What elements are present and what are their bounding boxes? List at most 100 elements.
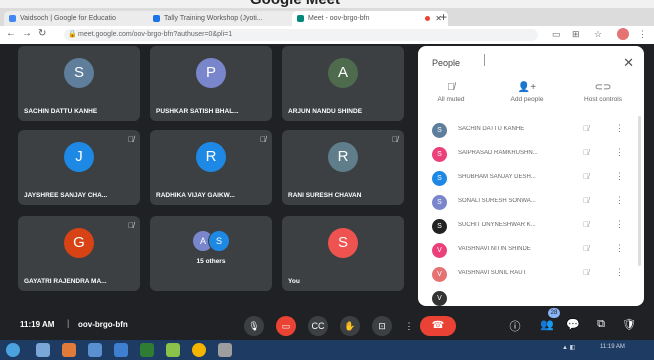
- lock-icon: 🔒: [68, 31, 77, 38]
- url-input[interactable]: 🔒 meet.google.com/oov-brgo-bfn?authuser=…: [64, 29, 538, 41]
- start-icon[interactable]: [6, 343, 20, 357]
- participant-tile[interactable]: 🎙̸ R RADHIKA VIJAY GAIKW...: [150, 130, 272, 205]
- camera-icon[interactable]: ▭: [552, 29, 561, 40]
- avatar: S: [432, 219, 447, 234]
- avatar: S: [432, 147, 447, 162]
- forward-icon[interactable]: →: [22, 28, 32, 39]
- extensions-icon[interactable]: ⊞: [572, 29, 580, 40]
- participant-tile[interactable]: A ARJUN NANDU SHINDE: [282, 46, 404, 121]
- participant-name: ARJUN NANDU SHINDE: [288, 108, 363, 115]
- participant-row[interactable]: S SONALI SURESH SONWA... 🎙̸ ⋮: [418, 190, 644, 214]
- mic-off-icon[interactable]: 🎙̸: [583, 220, 589, 229]
- avatar: J: [64, 142, 94, 172]
- chrome-icon[interactable]: [192, 343, 206, 357]
- chat-icon[interactable]: 💬: [566, 318, 580, 331]
- tab-favicon-icon: [9, 15, 16, 22]
- app-icon[interactable]: [166, 343, 180, 357]
- participant-name: You: [288, 278, 300, 285]
- menu-icon[interactable]: ⋮: [638, 29, 647, 40]
- panel-scrollbar[interactable]: [638, 116, 641, 266]
- mic-off-icon[interactable]: 🎙̸: [583, 244, 589, 253]
- search-cursor: [484, 54, 485, 66]
- mic-off-icon: 🎙̸: [392, 135, 398, 144]
- people-icon[interactable]: 👥: [540, 318, 554, 331]
- mic-off-icon[interactable]: 🎙̸: [583, 124, 589, 133]
- more-options-icon[interactable]: ⋮: [615, 267, 624, 278]
- participant-row[interactable]: S SACHIN DATTU KANHE 🎙̸ ⋮: [418, 118, 644, 142]
- reload-icon[interactable]: ↻: [38, 28, 46, 39]
- browser-tab-strip: Vaidsoch | Google for Educatio ✕ Tally T…: [0, 8, 654, 26]
- explorer-icon[interactable]: [36, 343, 50, 357]
- star-icon[interactable]: ☆: [594, 29, 602, 40]
- new-tab-icon[interactable]: +: [440, 10, 447, 24]
- participant-name: RANI SURESH CHAVAN: [288, 192, 362, 199]
- raise-hand-button[interactable]: ✋: [340, 316, 360, 336]
- participant-name: RADHIKA VIJAY GAIKW...: [156, 192, 235, 199]
- avatar: S: [64, 58, 94, 88]
- toggle-icon: ⊂⊃: [594, 82, 612, 93]
- participant-tile[interactable]: 🎙̸ R RANI SURESH CHAVAN: [282, 130, 404, 205]
- profile-avatar[interactable]: [617, 28, 629, 40]
- camera-off-button[interactable]: ▭: [276, 316, 296, 336]
- browser-tab-3[interactable]: Meet - oov-brgo-bfn ✕: [292, 11, 448, 26]
- participant-name: SACHIN DATTU KANHE: [24, 108, 98, 115]
- taskbar-clock[interactable]: 11:19 AM: [600, 344, 625, 350]
- more-options-icon[interactable]: ⋮: [615, 243, 624, 254]
- close-icon[interactable]: ✕: [623, 55, 634, 71]
- activities-icon[interactable]: ⧉: [594, 318, 608, 331]
- mic-off-icon[interactable]: 🎙̸: [583, 268, 589, 277]
- present-button[interactable]: ⊡: [372, 316, 392, 336]
- info-icon[interactable]: ⓘ: [508, 318, 522, 334]
- participant-row[interactable]: V: [418, 286, 644, 306]
- people-count-badge: 28: [548, 308, 560, 318]
- participant-row[interactable]: V VAISHNAVI NITIN SHINDE 🎙̸ ⋮: [418, 238, 644, 262]
- app-icon[interactable]: [218, 343, 232, 357]
- mic-button[interactable]: 🎙: [244, 316, 264, 336]
- participant-tile[interactable]: 🎙̸ G GAYATRI RAJENDRA MA...: [18, 216, 140, 291]
- others-tile[interactable]: A S 15 others: [150, 216, 272, 291]
- word-icon[interactable]: [114, 343, 128, 357]
- participant-name: SAIPRASAD RAMKRUSHN...: [458, 150, 538, 156]
- browser-tab-1[interactable]: Vaidsoch | Google for Educatio ✕: [4, 11, 160, 26]
- leave-call-button[interactable]: ☎: [420, 316, 456, 336]
- host-controls-icon[interactable]: 🛡: [622, 318, 636, 331]
- more-options-icon[interactable]: ⋮: [615, 123, 624, 134]
- address-bar: ← → ↻ 🔒 meet.google.com/oov-brgo-bfn?aut…: [0, 26, 654, 45]
- participant-name: JAYSHREE SANJAY CHA...: [24, 192, 108, 199]
- mic-off-icon[interactable]: 🎙̸: [583, 148, 589, 157]
- meeting-code: oov-brgo-bfn: [78, 320, 128, 329]
- more-options-button[interactable]: ⋮: [404, 316, 414, 336]
- network-icon[interactable]: ▲ ◧: [562, 344, 575, 351]
- avatar: V: [432, 267, 447, 282]
- participant-tile[interactable]: P PUSHKAR SATISH BHAL...: [150, 46, 272, 121]
- captions-button[interactable]: CC: [308, 316, 328, 336]
- participant-tile[interactable]: S SACHIN DATTU KANHE: [18, 46, 140, 121]
- recording-dot-icon: [425, 16, 430, 21]
- firefox-icon[interactable]: [62, 343, 76, 357]
- excel-icon[interactable]: [140, 343, 154, 357]
- mute-all-button[interactable]: 🎙̸ All muted: [418, 82, 486, 103]
- participant-row[interactable]: S SAIPRASAD RAMKRUSHN... 🎙̸ ⋮: [418, 142, 644, 166]
- mic-off-icon[interactable]: 🎙̸: [583, 172, 589, 181]
- browser-tab-2[interactable]: Tally Training Workshop (Jyoti... ✕: [148, 11, 304, 26]
- avatar: V: [432, 291, 447, 306]
- mic-off-icon: 🎙̸: [128, 135, 134, 144]
- avatar: A: [328, 58, 358, 88]
- others-count: 15 others: [196, 258, 226, 265]
- avatar: S: [432, 123, 447, 138]
- more-options-icon[interactable]: ⋮: [615, 147, 624, 158]
- back-icon[interactable]: ←: [6, 28, 16, 39]
- host-controls-button[interactable]: ⊂⊃ Host controls: [568, 82, 638, 103]
- control-bar: 11:19 AM | oov-brgo-bfn 🎙 ▭ CC ✋ ⊡ ⋮ ☎ ⓘ…: [0, 308, 654, 340]
- more-options-icon[interactable]: ⋮: [615, 219, 624, 230]
- more-options-icon[interactable]: ⋮: [615, 195, 624, 206]
- more-options-icon[interactable]: ⋮: [615, 171, 624, 182]
- mic-off-icon[interactable]: 🎙̸: [583, 196, 589, 205]
- participant-row[interactable]: V VAISHNAVI SUNIL RAUT 🎙̸ ⋮: [418, 262, 644, 286]
- app-icon[interactable]: [88, 343, 102, 357]
- participant-row[interactable]: S SHUBHAM SANJAY DESH... 🎙̸ ⋮: [418, 166, 644, 190]
- self-tile[interactable]: S You: [282, 216, 404, 291]
- participant-row[interactable]: S SUCHIT DNYNESHWAR K... 🎙̸ ⋮: [418, 214, 644, 238]
- participant-tile[interactable]: 🎙̸ J JAYSHREE SANJAY CHA...: [18, 130, 140, 205]
- add-people-button[interactable]: 👤+ Add people: [492, 82, 562, 103]
